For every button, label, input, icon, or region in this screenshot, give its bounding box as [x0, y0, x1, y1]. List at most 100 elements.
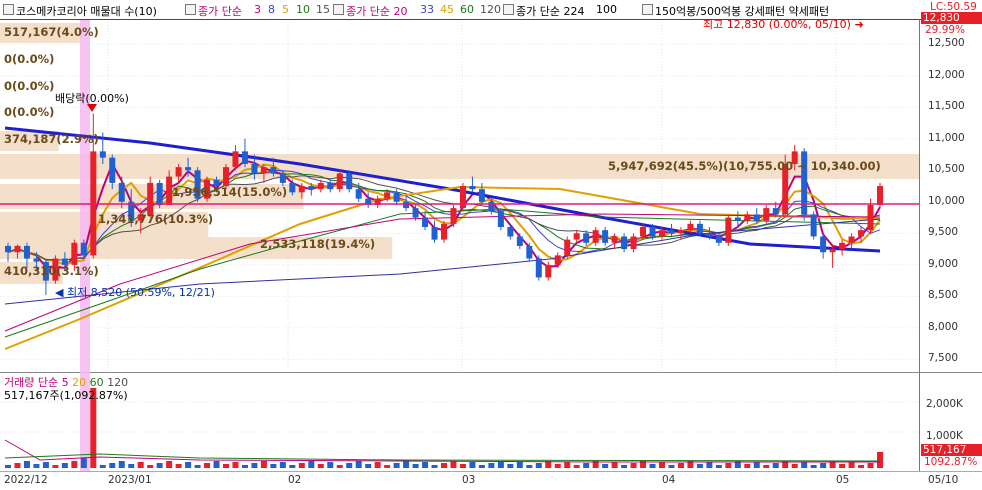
volume-bar	[488, 463, 495, 468]
volume-bar	[677, 463, 684, 468]
toolbar-item-ma-10[interactable]: 10	[296, 3, 310, 16]
current-price-badge: 12,830	[921, 12, 982, 24]
volume-bar	[403, 461, 410, 468]
volume-bar	[5, 465, 11, 468]
volume-bar	[583, 463, 590, 468]
low-annotation: ◀ 최저 8,520 (50.59%, 12/21)	[55, 286, 215, 299]
volume-badge: 517,167	[921, 444, 982, 456]
price-tick-label: 8,500	[928, 289, 959, 302]
volume-bar	[374, 462, 381, 468]
toolbar-item-ma-60[interactable]: 60	[460, 3, 474, 16]
candle[interactable]	[459, 182, 466, 212]
price-axis: 12,500 12,000 11,500 11,000 10,500 10,000 9,50…	[920, 19, 982, 372]
volume-bar	[706, 462, 713, 468]
settings-icon[interactable]	[3, 4, 14, 15]
volume-profile-label: 1,341,776(10.3%)	[98, 212, 214, 226]
toggle-icon[interactable]	[503, 4, 514, 15]
date-axis: 2022/12 2023/01 02 03 04 05 05/10	[0, 471, 982, 490]
volume-bar	[175, 464, 182, 468]
volume-bar	[166, 461, 173, 468]
volume-bar	[772, 463, 779, 468]
volume-bar	[14, 463, 21, 468]
price-tick-label: 7,500	[928, 352, 959, 365]
volume-bar	[42, 462, 49, 468]
volume-bar	[621, 465, 628, 468]
volume-bar	[260, 461, 267, 468]
price-tick-label: 10,000	[928, 194, 965, 207]
volume-bar	[763, 465, 770, 468]
volume-bar	[877, 452, 883, 468]
toolbar-item-ma-45[interactable]: 45	[440, 3, 454, 16]
dividend-arrow-icon	[87, 104, 97, 112]
volume-chart[interactable]	[0, 372, 982, 471]
volume-bar	[412, 464, 419, 468]
volume-bar	[99, 465, 106, 468]
volume-bar	[744, 464, 751, 468]
volume-bar	[422, 462, 429, 468]
toolbar-item-ma-short[interactable]: 종가 단순	[198, 3, 242, 19]
volume-bar	[526, 465, 533, 468]
candle[interactable]	[535, 255, 542, 281]
candle[interactable]	[441, 220, 447, 243]
volume-bar	[185, 462, 192, 468]
volume-bar	[384, 465, 391, 468]
volume-bar	[156, 463, 163, 468]
toolbar-item-ma-120[interactable]: 120	[480, 3, 501, 16]
toolbar-item-ma-8[interactable]: 8	[268, 3, 275, 16]
volume-bar	[753, 462, 760, 468]
toolbar-item-ma-5[interactable]: 5	[282, 3, 289, 16]
candle[interactable]	[810, 211, 817, 240]
volume-bar	[23, 461, 30, 468]
price-tick-label: 9,500	[928, 226, 959, 239]
toggle-icon[interactable]	[642, 4, 653, 15]
volume-bar	[450, 461, 457, 468]
volume-bar	[441, 463, 447, 468]
toolbar-item-stock-title[interactable]: 코스메카코리아 매물대 수(10)	[16, 3, 157, 19]
price-tick-label: 11,000	[928, 131, 965, 144]
toolbar-item-ma-15[interactable]: 15	[316, 3, 330, 16]
candle[interactable]	[564, 236, 571, 259]
toolbar-item-ma-3[interactable]: 3	[254, 3, 261, 16]
toolbar-item-ma-100[interactable]: 100	[596, 3, 617, 16]
volume-bar	[241, 465, 248, 468]
lc-label: LC:50.59	[930, 1, 977, 13]
toggle-icon[interactable]	[185, 4, 196, 15]
candle[interactable]	[346, 170, 353, 193]
candle[interactable]	[450, 204, 457, 228]
volume-bar	[839, 464, 846, 468]
volume-bar	[848, 462, 855, 468]
volume-bar	[668, 465, 675, 468]
volume-bar	[867, 463, 874, 468]
candle[interactable]	[497, 208, 504, 231]
candle[interactable]	[725, 214, 732, 246]
volume-bar	[223, 464, 229, 468]
toolbar-item-ma-224[interactable]: 종가 단순 224	[516, 3, 584, 19]
volume-bar	[820, 463, 827, 468]
volume-bar	[858, 465, 865, 468]
toolbar-item-ma-33[interactable]: 33	[420, 3, 434, 16]
price-tick-label: 10,500	[928, 163, 965, 176]
volume-profile-label: 517,167(4.0%)	[4, 25, 99, 39]
volume-profile-label: 410,310(3.1%)	[4, 264, 99, 278]
toolbar-item-ma-long[interactable]: 종가 단순 20	[346, 3, 407, 19]
volume-bar	[33, 464, 40, 468]
volume-bar	[251, 463, 258, 468]
volume-bar	[810, 465, 817, 468]
volume-bar	[554, 464, 561, 468]
volume-tick-2000k: 2,000K	[926, 398, 963, 410]
volume-bar	[611, 462, 618, 468]
volume-bar	[336, 465, 343, 468]
volume-bar	[469, 462, 476, 468]
price-chart[interactable]	[0, 19, 982, 372]
volume-bar	[118, 461, 125, 468]
candle[interactable]	[336, 170, 343, 193]
toggle-icon[interactable]	[333, 4, 344, 15]
volume-bar	[715, 465, 722, 468]
volume-profile-label: 0(0.0%)	[4, 79, 55, 93]
price-tick-label: 12,500	[928, 37, 965, 50]
date-label: 05	[836, 474, 850, 486]
volume-bar	[725, 463, 732, 468]
volume-bar	[431, 465, 438, 468]
date-label: 2023/01	[108, 474, 152, 486]
volume-bar	[507, 464, 514, 468]
